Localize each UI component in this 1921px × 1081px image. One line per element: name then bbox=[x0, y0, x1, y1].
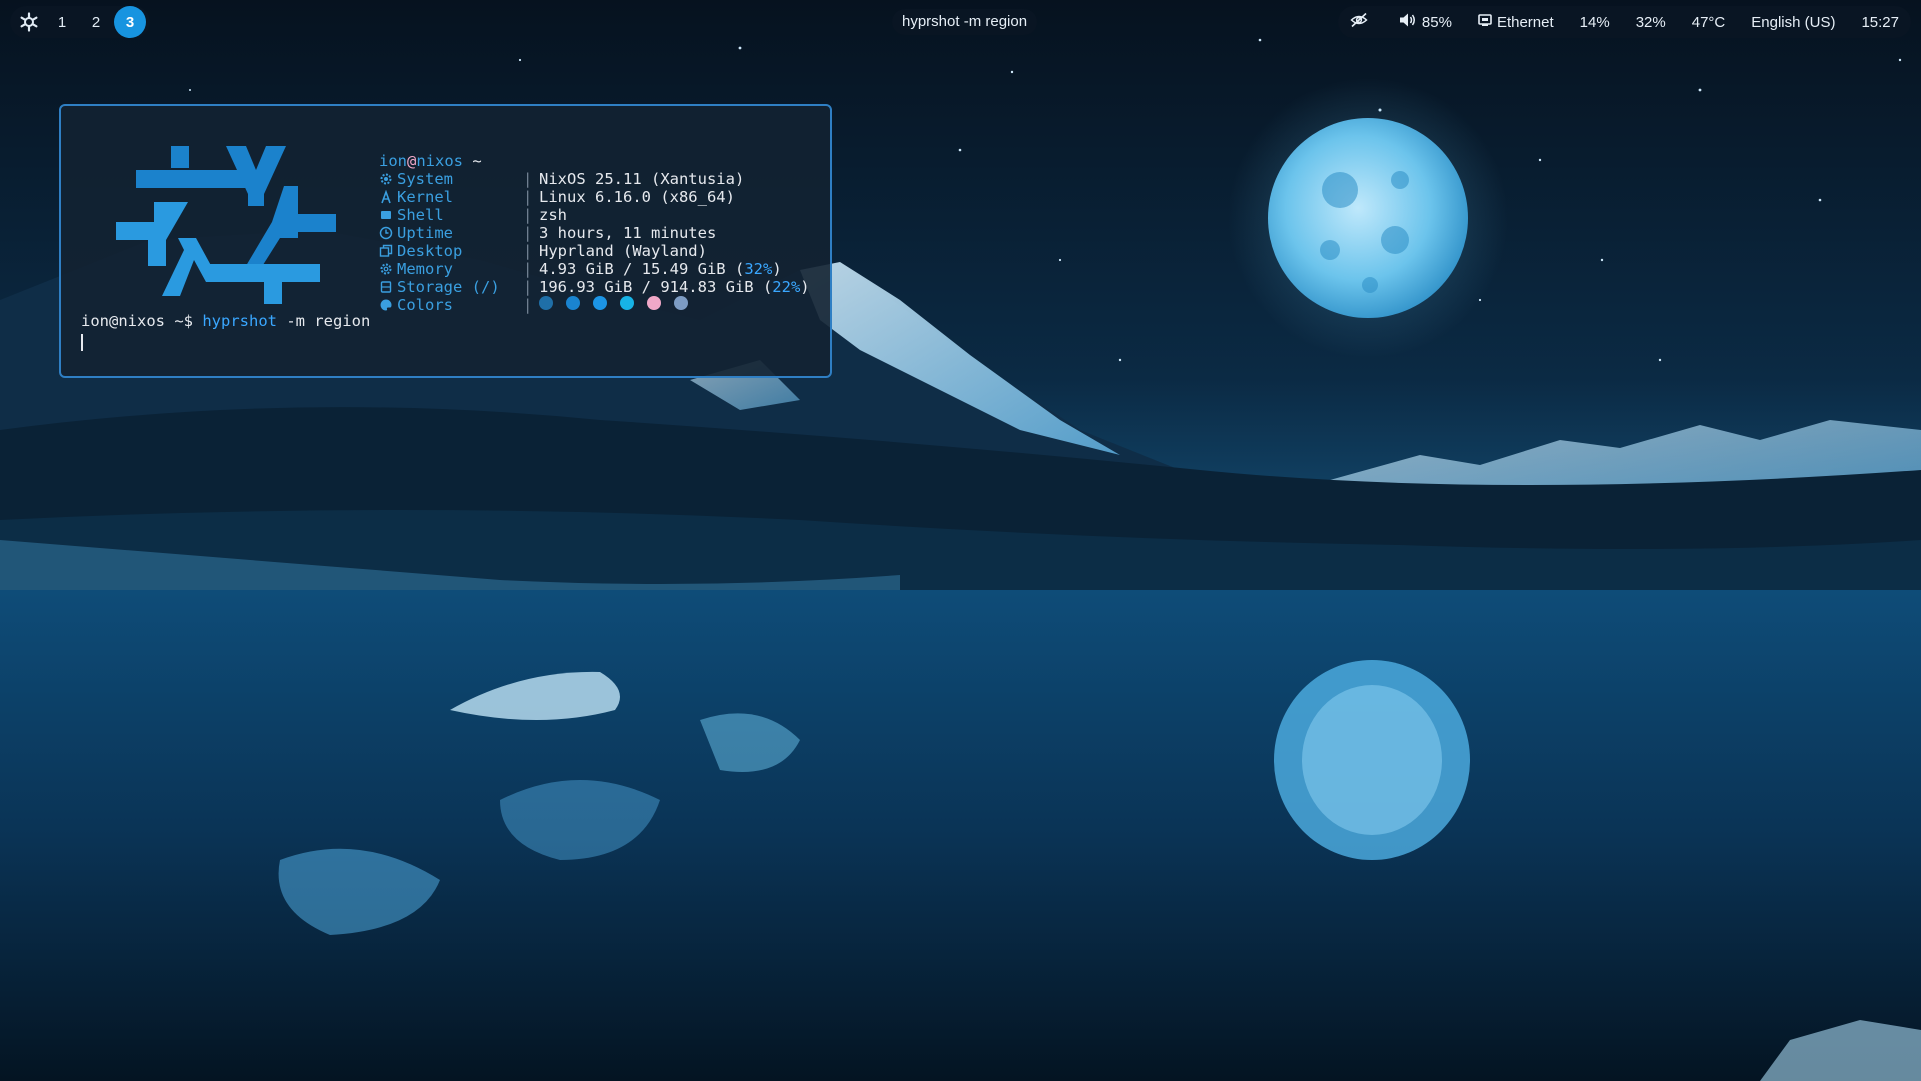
fetch-key: Shell bbox=[397, 206, 444, 224]
terminal-icon bbox=[379, 206, 397, 224]
fetch-value: NixOS 25.11 (Xantusia) bbox=[539, 170, 745, 188]
nixos-logo bbox=[116, 146, 336, 320]
color-swatch bbox=[539, 296, 553, 310]
fetch-separator: | bbox=[523, 278, 533, 296]
workspace-1-button[interactable]: 1 bbox=[46, 6, 78, 38]
fetch-value: 3 hours, 11 minutes bbox=[539, 224, 717, 242]
fetch-row-shell: Shell | zsh bbox=[379, 206, 810, 224]
text-cursor bbox=[81, 334, 83, 351]
fetch-separator: | bbox=[523, 170, 533, 188]
shell-prompt: ion@nixos ~$ bbox=[81, 312, 203, 330]
keyboard-layout[interactable]: English (US) bbox=[1751, 14, 1835, 31]
terminal-window[interactable]: ion @ nixos ~ System | NixOS 25.11 (Xantus… bbox=[59, 104, 832, 378]
clock-icon bbox=[379, 224, 397, 242]
fetch-separator: | bbox=[523, 260, 533, 278]
fetch-separator: | bbox=[523, 242, 533, 260]
fastfetch-output: ion @ nixos ~ System | NixOS 25.11 (Xantus… bbox=[379, 152, 810, 314]
memory-close: ) bbox=[772, 260, 782, 278]
memory-used: 4.93 GiB / 15.49 GiB ( bbox=[539, 260, 745, 278]
memory-usage: 32% bbox=[1635, 13, 1666, 31]
fetch-row-storage: Storage (/) | 196.93 GiB / 914.83 GiB (2… bbox=[379, 278, 810, 296]
network-indicator[interactable]: Ethernet bbox=[1478, 13, 1554, 31]
shell-args: -m region bbox=[276, 312, 371, 330]
fetch-row-memory: Memory | 4.93 GiB / 15.49 GiB (32%) bbox=[379, 260, 810, 278]
storage-percent: 22% bbox=[772, 278, 801, 296]
speaker-icon bbox=[1399, 12, 1422, 32]
fetch-key: System bbox=[397, 170, 453, 188]
fetch-at: @ bbox=[407, 152, 417, 170]
fetch-host: nixos bbox=[416, 152, 464, 170]
workspace-3-button[interactable]: 3 bbox=[114, 6, 146, 38]
fetch-value: Hyprland (Wayland) bbox=[539, 242, 707, 260]
workspace-2-button[interactable]: 2 bbox=[80, 6, 112, 38]
fetch-key: Uptime bbox=[397, 224, 453, 242]
fetch-key: Kernel bbox=[397, 188, 453, 206]
fetch-key: Colors bbox=[397, 296, 453, 314]
fetch-key: Memory bbox=[397, 260, 453, 278]
cpu-usage: 14% bbox=[1579, 13, 1610, 31]
clock[interactable]: 15:27 bbox=[1861, 14, 1899, 31]
fetch-row-kernel: Kernel | Linux 6.16.0 (x86_64) bbox=[379, 188, 810, 206]
fetch-key: Desktop bbox=[397, 242, 463, 260]
gear-icon bbox=[379, 170, 397, 188]
status-tray: 85% Ethernet 14% 32% 47°C English (US) 1… bbox=[1337, 6, 1911, 38]
fetch-row-uptime: Uptime | 3 hours, 11 minutes bbox=[379, 224, 810, 242]
kernel-icon bbox=[379, 188, 397, 206]
fetch-separator: | bbox=[523, 296, 533, 314]
window-icon bbox=[379, 242, 397, 260]
color-swatch bbox=[647, 296, 661, 310]
fetch-separator: | bbox=[523, 224, 533, 242]
color-swatches bbox=[539, 296, 701, 314]
fetch-value: 4.93 GiB / 15.49 GiB (32%) bbox=[539, 260, 782, 278]
chip-icon bbox=[379, 260, 397, 278]
palette-icon bbox=[379, 296, 397, 314]
workspace-switcher: 1 2 3 bbox=[10, 6, 150, 38]
fetch-separator: | bbox=[523, 188, 533, 206]
volume-indicator[interactable]: 85% bbox=[1399, 12, 1452, 32]
shell-command: hyprshot bbox=[202, 312, 277, 330]
network-name: Ethernet bbox=[1496, 13, 1554, 31]
temperature: 47°C bbox=[1691, 13, 1726, 31]
fetch-user: ion bbox=[379, 152, 407, 170]
volume-level: 85% bbox=[1421, 13, 1452, 31]
idle-inhibitor[interactable] bbox=[1350, 12, 1373, 32]
fetch-row-system: System | NixOS 25.11 (Xantusia) bbox=[379, 170, 810, 188]
active-window-title: hyprshot -m region bbox=[892, 9, 1038, 35]
fetch-path: ~ bbox=[463, 152, 482, 170]
nixos-snowflake-icon[interactable] bbox=[14, 7, 44, 37]
color-swatch bbox=[620, 296, 634, 310]
fetch-row-colors: Colors | bbox=[379, 296, 810, 314]
storage-close: ) bbox=[800, 278, 810, 296]
memory-percent: 32% bbox=[744, 260, 773, 278]
fetch-value: Linux 6.16.0 (x86_64) bbox=[539, 188, 735, 206]
color-swatch bbox=[566, 296, 580, 310]
fetch-separator: | bbox=[523, 206, 533, 224]
storage-used: 196.93 GiB / 914.83 GiB ( bbox=[539, 278, 773, 296]
disk-icon bbox=[379, 278, 397, 296]
fetch-value: zsh bbox=[539, 206, 567, 224]
fetch-value: 196.93 GiB / 914.83 GiB (22%) bbox=[539, 278, 810, 296]
ethernet-icon bbox=[1478, 13, 1497, 31]
shell-prompt-line: ion@nixos ~$ hyprshot -m region bbox=[81, 312, 370, 330]
color-swatch bbox=[674, 296, 688, 310]
eye-off-icon bbox=[1350, 12, 1373, 32]
fetch-row-desktop: Desktop | Hyprland (Wayland) bbox=[379, 242, 810, 260]
top-bar: 1 2 3 hyprshot -m region 85% Ethernet 14… bbox=[0, 0, 1921, 44]
fetch-header: ion @ nixos ~ bbox=[379, 152, 810, 170]
color-swatch bbox=[593, 296, 607, 310]
fetch-key: Storage (/) bbox=[397, 278, 500, 296]
